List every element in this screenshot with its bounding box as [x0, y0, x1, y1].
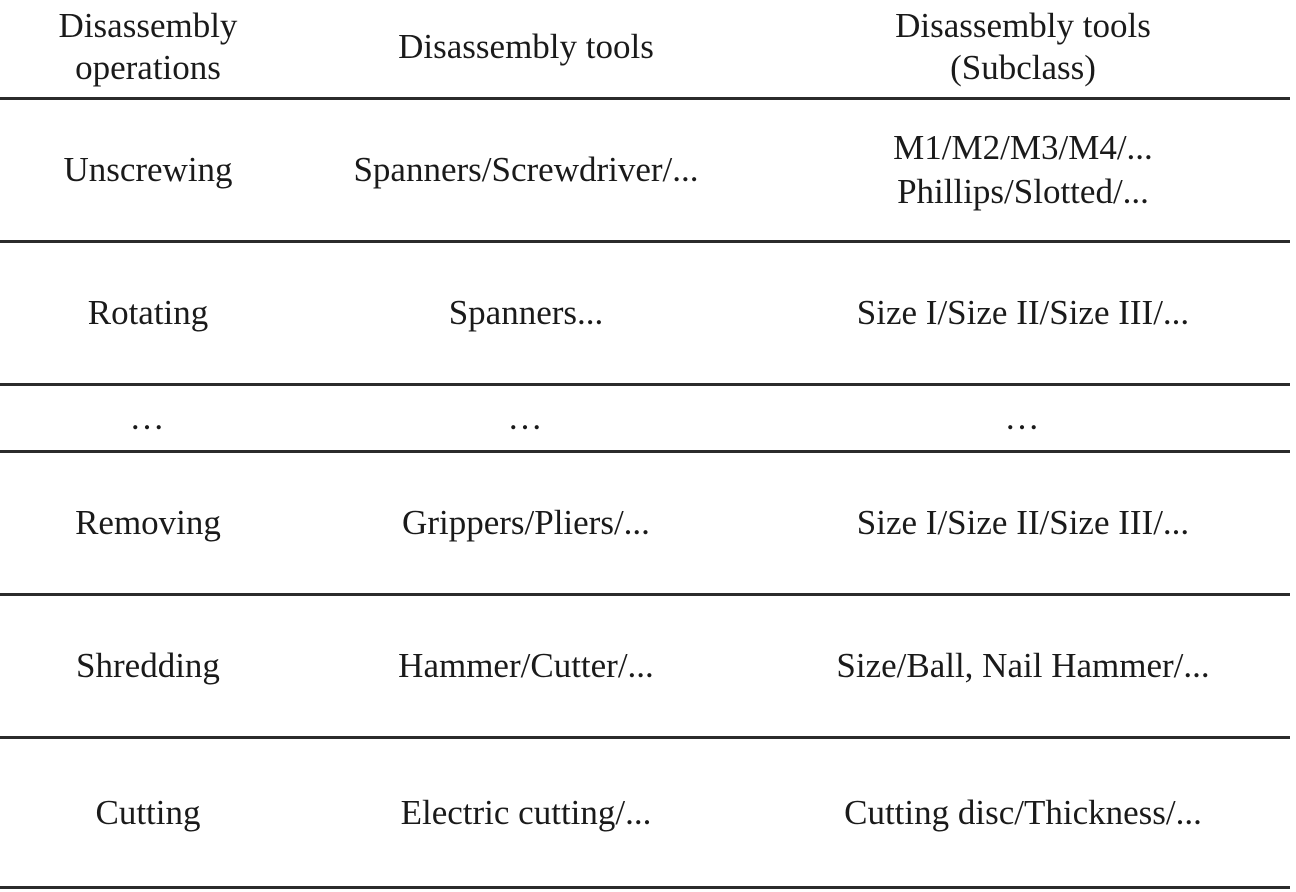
cell-subclass-line-1: Size/Ball, Nail Hammer/...	[836, 646, 1210, 685]
cell-subclass: …	[756, 384, 1290, 453]
cell-subclass: Size I/Size II/Size III/...	[756, 241, 1290, 386]
column-header-tools: Disassembly tools	[296, 0, 756, 100]
cell-subclass-line-2: Phillips/Slotted/...	[897, 172, 1149, 211]
cell-tools: Grippers/Pliers/...	[296, 451, 756, 596]
cell-operations: …	[0, 384, 296, 453]
column-header-tools-line-1: Disassembly tools	[398, 27, 654, 66]
cell-operations-line-1: Cutting	[95, 792, 201, 832]
disassembly-table-container: Disassembly operations Disassembly tools…	[0, 0, 1296, 892]
cell-tools: Hammer/Cutter/...	[296, 594, 756, 739]
column-header-operations: Disassembly operations	[0, 0, 296, 100]
cell-tools-line-1: Electric cutting/...	[400, 792, 652, 832]
table-header-row: Disassembly operations Disassembly tools…	[0, 0, 1290, 100]
table-header: Disassembly operations Disassembly tools…	[0, 0, 1290, 100]
table-row: Rotating Spanners... Size I/Size II/Size…	[0, 241, 1290, 386]
cell-subclass: Cutting disc/Thickness/...	[756, 737, 1290, 889]
cell-operations-line-1: Removing	[75, 503, 221, 542]
cell-subclass: Size I/Size II/Size III/...	[756, 451, 1290, 596]
cell-tools-line-1: Grippers/Pliers/...	[402, 503, 650, 542]
column-header-operations-line-2: operations	[75, 48, 221, 87]
cell-tools-line-1: Spanners...	[448, 293, 604, 332]
column-header-subclass-line-1: Disassembly tools	[895, 6, 1151, 45]
cell-subclass: Size/Ball, Nail Hammer/...	[756, 594, 1290, 739]
cell-tools: Electric cutting/...	[296, 737, 756, 889]
cell-subclass-ellipsis: …	[1004, 398, 1042, 437]
table-row: Removing Grippers/Pliers/... Size I/Size…	[0, 451, 1290, 596]
cell-operations-line-1: Rotating	[87, 293, 209, 332]
cell-operations-line-1: Unscrewing	[63, 150, 233, 189]
column-header-subclass-line-2: (Subclass)	[950, 48, 1096, 87]
cell-subclass-line-1: Size I/Size II/Size III/...	[856, 503, 1190, 542]
cell-operations-line-1: Shredding	[76, 646, 220, 685]
cell-operations-ellipsis: …	[129, 398, 167, 437]
cell-operations: Cutting	[0, 737, 296, 889]
cell-tools-ellipsis: …	[507, 398, 545, 437]
cell-subclass: M1/M2/M3/M4/... Phillips/Slotted/...	[756, 98, 1290, 243]
cell-subclass-line-1: Size I/Size II/Size III/...	[856, 293, 1190, 332]
column-header-subclass: Disassembly tools (Subclass)	[756, 0, 1290, 100]
cell-tools: Spanners...	[296, 241, 756, 386]
cell-operations: Shredding	[0, 594, 296, 739]
cell-tools-line-1: Spanners/Screwdriver/...	[353, 150, 699, 189]
table-row-ellipsis: … … …	[0, 384, 1290, 453]
cell-subclass-line-1: Cutting disc/Thickness/...	[844, 792, 1202, 832]
column-header-operations-line-1: Disassembly	[58, 6, 238, 45]
cell-tools-line-1: Hammer/Cutter/...	[398, 646, 654, 685]
table-row: Shredding Hammer/Cutter/... Size/Ball, N…	[0, 594, 1290, 739]
cell-operations: Unscrewing	[0, 98, 296, 243]
table-body: Unscrewing Spanners/Screwdriver/... M1/M…	[0, 98, 1290, 889]
cell-tools: Spanners/Screwdriver/...	[296, 98, 756, 243]
cell-operations: Removing	[0, 451, 296, 596]
table-row: Cutting Electric cutting/... Cutting dis…	[0, 737, 1290, 889]
table-row: Unscrewing Spanners/Screwdriver/... M1/M…	[0, 98, 1290, 243]
cell-tools: …	[296, 384, 756, 453]
cell-operations: Rotating	[0, 241, 296, 386]
disassembly-operations-table: Disassembly operations Disassembly tools…	[0, 0, 1290, 889]
cell-subclass-line-1: M1/M2/M3/M4/...	[893, 128, 1153, 167]
